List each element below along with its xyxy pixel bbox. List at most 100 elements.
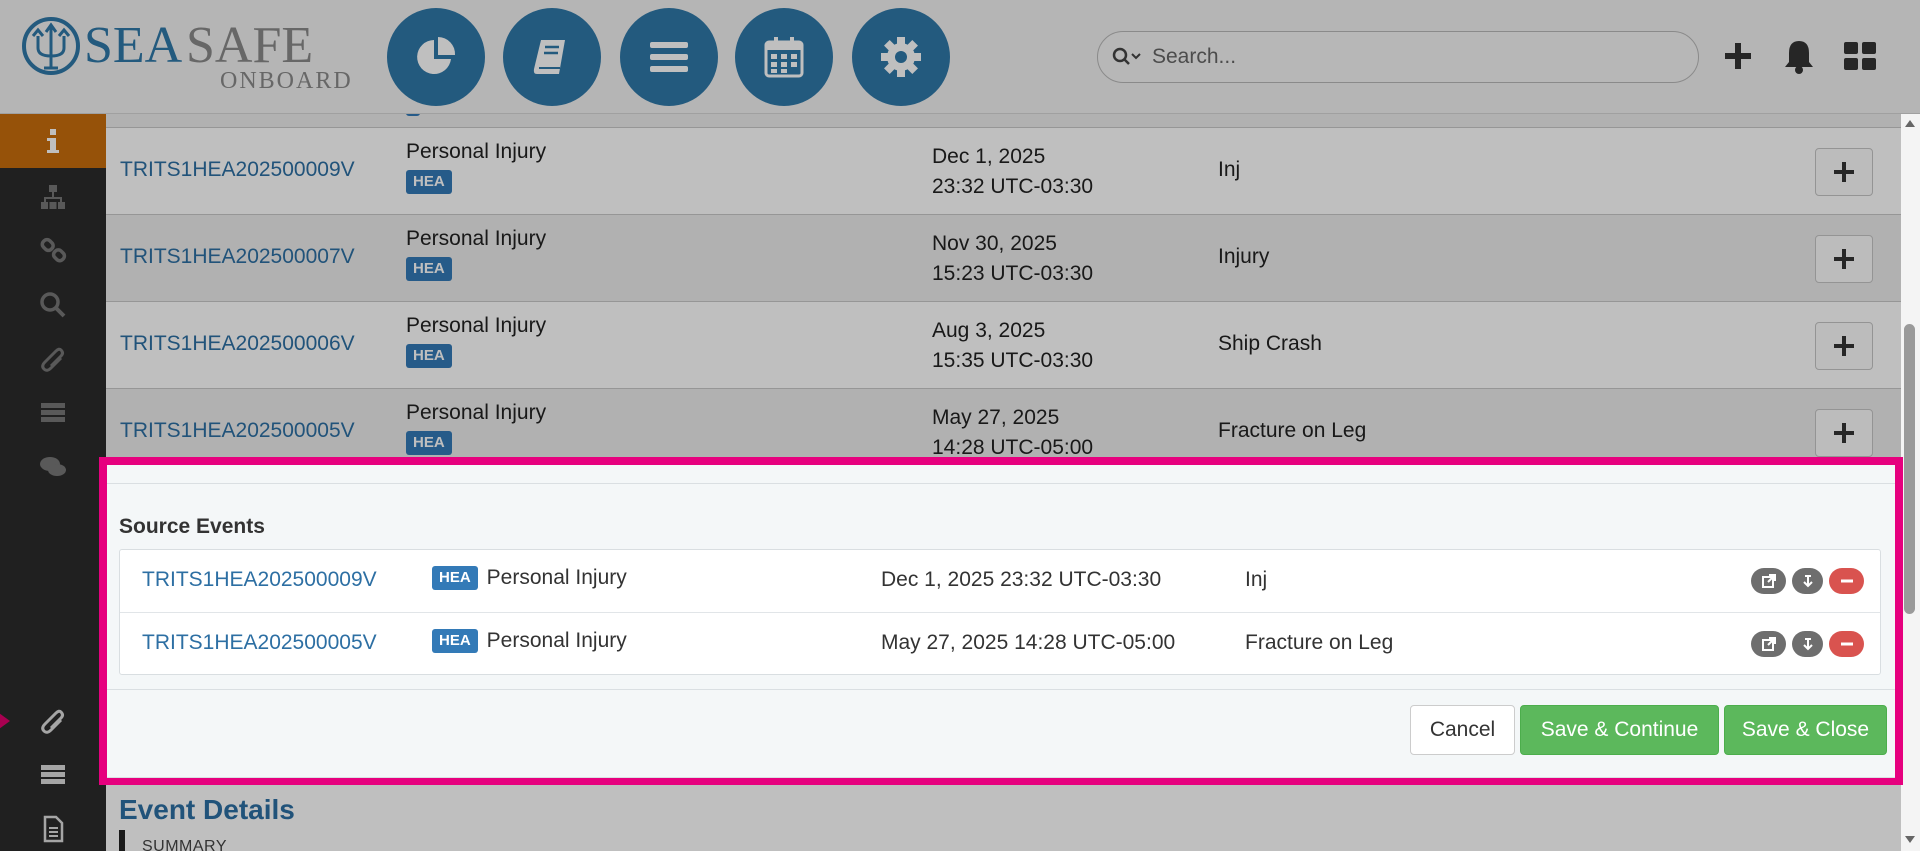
event-type-cell: Personal Injury HEA [406, 140, 546, 194]
sidebar-item-info[interactable] [0, 114, 106, 168]
event-type-text: Personal Injury [406, 401, 547, 424]
source-event-datetime: Dec 1, 2025 23:32 UTC-03:30 [881, 568, 1162, 591]
arrow-down-icon [1802, 638, 1813, 651]
seasafe-logo-graphic: SEA SAFE ONBOARD [22, 17, 351, 94]
type-badge: HEA [406, 344, 452, 368]
event-description: Injury [1218, 245, 1270, 268]
save-close-button[interactable]: Save & Close [1724, 705, 1887, 755]
event-description: Fracture on Leg [1218, 419, 1367, 442]
sitemap-icon [41, 185, 65, 209]
sidebar-item-search[interactable] [0, 278, 106, 332]
table-row-partial [106, 114, 1901, 128]
link-icon [40, 237, 67, 263]
plus-icon [1834, 162, 1854, 182]
event-id-link[interactable]: TRITS1HEA202500009V [120, 158, 355, 182]
event-type-text: Personal Injury [406, 314, 547, 337]
summary-label: SUMMARY [142, 838, 227, 851]
search-input[interactable] [1152, 45, 1672, 69]
event-type-cell: Personal Injury HEA [406, 227, 546, 281]
source-event-row: TRITS1HEA202500009V HEA Personal Injury … [120, 550, 1880, 612]
logo-onboard-text: ONBOARD [220, 68, 350, 92]
event-date-cell: Nov 30, 2025 15:23 UTC-03:30 [932, 229, 1093, 289]
event-time: 15:23 UTC-03:30 [932, 262, 1094, 285]
notifications-button[interactable] [1779, 34, 1819, 78]
event-date: Dec 1, 2025 [932, 145, 1046, 168]
move-down-button[interactable] [1792, 568, 1823, 594]
save-continue-button[interactable]: Save & Continue [1520, 705, 1719, 755]
calendar-nav-button[interactable] [735, 8, 833, 106]
event-date: Nov 30, 2025 [932, 232, 1057, 255]
add-event-button[interactable] [1815, 409, 1873, 457]
open-external-button[interactable] [1751, 631, 1786, 657]
table-row: TRITS1HEA202500007V Personal Injury HEA … [106, 215, 1901, 302]
document-icon [43, 815, 64, 843]
move-down-button[interactable] [1792, 631, 1823, 657]
scroll-down-arrow-icon[interactable] [1905, 836, 1915, 843]
sidebar-item-document[interactable] [0, 802, 106, 851]
plus-icon [1834, 336, 1854, 356]
event-id-link[interactable]: TRITS1HEA202500006V [120, 332, 355, 356]
logo-sea-text: SEA [84, 17, 183, 74]
event-date: Aug 3, 2025 [932, 319, 1046, 342]
source-event-id-link[interactable]: TRITS1HEA202500005V [142, 631, 377, 655]
sidebar-item-attachments[interactable] [0, 332, 106, 386]
comments-icon [40, 457, 66, 476]
remove-source-button[interactable] [1829, 631, 1864, 657]
plus-icon [1834, 249, 1854, 269]
cancel-button[interactable]: Cancel [1410, 705, 1515, 755]
summary-accent-bar [119, 830, 125, 851]
event-id-link[interactable]: TRITS1HEA202500007V [120, 245, 355, 269]
type-badge: HEA [432, 629, 478, 653]
top-bar: SEA SAFE ONBOARD [0, 0, 1920, 114]
gear-icon [881, 37, 921, 77]
event-id-link[interactable]: TRITS1HEA202500005V [120, 419, 355, 443]
minus-icon [1840, 579, 1853, 583]
source-event-actions [1751, 631, 1864, 657]
type-badge: HEA [406, 257, 452, 281]
seasafe-logo[interactable]: SEA SAFE ONBOARD [20, 12, 351, 94]
sidebar-item-attachments-2[interactable] [0, 694, 106, 748]
table-row: TRITS1HEA202500006V Personal Injury HEA … [106, 302, 1901, 389]
event-date: May 27, 2025 [932, 406, 1060, 429]
menu-nav-button[interactable] [620, 8, 718, 106]
sidebar [0, 114, 106, 851]
panel-title: Source Events [119, 515, 265, 538]
scroll-up-arrow-icon[interactable] [1905, 120, 1915, 127]
event-time: 23:32 UTC-03:30 [932, 175, 1094, 198]
settings-nav-button[interactable] [852, 8, 950, 106]
add-button[interactable] [1718, 34, 1758, 78]
add-event-button[interactable] [1815, 148, 1873, 196]
add-event-button[interactable] [1815, 235, 1873, 283]
table-row: TRITS1HEA202500009V Personal Injury HEA … [106, 128, 1901, 215]
event-date-cell: May 27, 2025 14:28 UTC-05:00 [932, 403, 1093, 463]
event-type-text: Personal Injury [406, 227, 547, 250]
source-event-id-link[interactable]: TRITS1HEA202500009V [142, 568, 377, 592]
search-box[interactable] [1097, 31, 1699, 83]
plus-icon [1834, 423, 1854, 443]
source-event-type: HEA Personal Injury [432, 566, 627, 590]
add-event-button[interactable] [1815, 322, 1873, 370]
source-event-actions [1751, 568, 1864, 594]
panel-footer-divider [107, 689, 1895, 690]
logbook-nav-button[interactable] [503, 8, 601, 106]
sidebar-item-comments[interactable] [0, 440, 106, 494]
open-external-button[interactable] [1751, 568, 1786, 594]
arrow-down-icon [1802, 575, 1813, 588]
sidebar-item-links[interactable] [0, 224, 106, 278]
event-description: Inj [1218, 158, 1241, 181]
scrollbar-thumb[interactable] [1904, 324, 1915, 614]
external-link-icon [1761, 637, 1776, 651]
sidebar-item-table-2[interactable] [0, 748, 106, 802]
dashboard-nav-button[interactable] [387, 8, 485, 106]
apps-grid-button[interactable] [1840, 34, 1880, 78]
sidebar-item-table[interactable] [0, 386, 106, 440]
dashboard-pie-icon [417, 36, 456, 74]
book-icon [533, 40, 565, 74]
type-badge: HEA [406, 431, 452, 455]
sidebar-item-hierarchy[interactable] [0, 170, 106, 224]
source-event-description: Fracture on Leg [1245, 631, 1394, 654]
page-scrollbar[interactable] [1901, 114, 1920, 851]
event-description: Ship Crash [1218, 332, 1322, 355]
remove-source-button[interactable] [1829, 568, 1864, 594]
paperclip-icon [41, 709, 64, 734]
